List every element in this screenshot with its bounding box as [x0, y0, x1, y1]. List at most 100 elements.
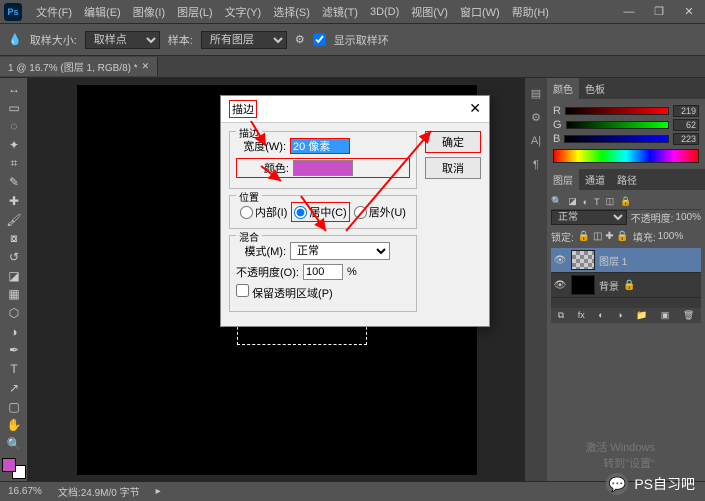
channel-watermark: 💬 PS自习吧	[606, 473, 695, 495]
menu-edit[interactable]: 编辑(E)	[78, 2, 127, 22]
position-fieldset: 位置 内部(I) 居中(C) 居外(U)	[229, 195, 417, 229]
shape-tool-icon[interactable]: ▢	[2, 398, 26, 416]
zoom-level[interactable]: 16.67%	[8, 486, 42, 497]
b-slider[interactable]	[564, 135, 669, 143]
ok-button[interactable]: 确定	[425, 131, 481, 153]
close-icon[interactable]: ✕	[677, 3, 701, 21]
layer-panel-header: 图层 通道 路径	[547, 169, 705, 190]
zoom-tool-icon[interactable]: 🔍	[2, 435, 26, 453]
opacity-label: 不透明度(O):	[236, 264, 299, 280]
layer-thumbnail[interactable]	[571, 275, 595, 295]
menu-view[interactable]: 视图(V)	[405, 2, 454, 22]
link-layers-icon[interactable]: ⧉	[558, 310, 564, 321]
color-swatches[interactable]	[2, 458, 26, 479]
new-layer-icon[interactable]: ▣	[661, 310, 670, 321]
show-ring-checkbox[interactable]	[313, 34, 325, 46]
preserve-checkbox[interactable]	[236, 284, 249, 297]
hand-tool-icon[interactable]: ✋	[2, 416, 26, 434]
menu-3d[interactable]: 3D(D)	[364, 4, 405, 20]
type-tool-icon[interactable]: T	[2, 360, 26, 378]
r-value[interactable]: 219	[673, 105, 699, 117]
visibility-icon[interactable]: 👁	[553, 255, 567, 266]
stroke-color-swatch[interactable]	[293, 160, 353, 176]
channel-tab[interactable]: 通道	[579, 169, 611, 190]
group-icon[interactable]: 📁	[636, 310, 647, 321]
path-tool-icon[interactable]: ↗	[2, 379, 26, 397]
dialog-titlebar[interactable]: 描边 ✕	[221, 96, 489, 123]
r-slider[interactable]	[565, 107, 669, 115]
eraser-tool-icon[interactable]: ◪	[2, 267, 26, 285]
menu-layer[interactable]: 图层(L)	[171, 2, 218, 22]
dialog-close-icon[interactable]: ✕	[469, 100, 481, 118]
color-label: 颜色:	[239, 160, 289, 176]
visibility-icon[interactable]: 👁	[553, 280, 567, 291]
pen-tool-icon[interactable]: ✒	[2, 342, 26, 360]
stroke-dialog: 描边 ✕ 描边 宽度(W): 颜色: 位置 内部(I) 居中(C)	[220, 95, 490, 327]
b-value[interactable]: 223	[673, 133, 699, 145]
foreground-color-swatch[interactable]	[2, 458, 16, 472]
g-slider[interactable]	[566, 121, 669, 129]
restore-icon[interactable]: ❐	[647, 3, 671, 21]
g-value[interactable]: 62	[673, 119, 699, 131]
ps-logo-icon: Ps	[4, 3, 22, 21]
actions-panel-icon[interactable]: ⚙	[527, 108, 545, 126]
trash-icon[interactable]: 🗑	[683, 310, 694, 321]
eyedropper-tool-icon[interactable]: ✎	[2, 173, 26, 191]
path-tab[interactable]: 路径	[611, 169, 643, 190]
mask-icon[interactable]: ◐	[598, 310, 603, 321]
move-tool-icon[interactable]: ↔	[2, 80, 26, 98]
layer-name[interactable]: 图层 1	[599, 253, 627, 268]
crop-tool-icon[interactable]: ⌗	[2, 155, 26, 173]
toolbox: ↔ ▭ ◌ ✦ ⌗ ✎ ✚ 🖌 ⧇ ↺ ◪ ▦ ⬡ ◑ ✒ T ↗ ▢ ✋ 🔍	[0, 78, 28, 481]
para-panel-icon[interactable]: ¶	[527, 156, 545, 174]
layer-name[interactable]: 背景	[599, 278, 619, 293]
blur-tool-icon[interactable]: ⬡	[2, 304, 26, 322]
dodge-tool-icon[interactable]: ◑	[2, 323, 26, 341]
menu-file[interactable]: 文件(F)	[30, 2, 78, 22]
heal-tool-icon[interactable]: ✚	[2, 192, 26, 210]
color-tab[interactable]: 颜色	[547, 78, 579, 99]
gradient-tool-icon[interactable]: ▦	[2, 286, 26, 304]
options-icon[interactable]: ⚙	[295, 33, 305, 46]
blend-mode-select[interactable]: 正常	[551, 210, 627, 225]
width-label: 宽度(W):	[236, 138, 286, 154]
menu-select[interactable]: 选择(S)	[267, 2, 316, 22]
marquee-tool-icon[interactable]: ▭	[2, 99, 26, 117]
wand-tool-icon[interactable]: ✦	[2, 136, 26, 154]
minimize-icon[interactable]: —	[617, 3, 641, 21]
position-inside-radio[interactable]: 内部(I)	[240, 204, 287, 220]
menu-help[interactable]: 帮助(H)	[506, 2, 555, 22]
brush-tool-icon[interactable]: 🖌	[2, 211, 26, 229]
stamp-tool-icon[interactable]: ⧇	[2, 230, 26, 248]
sample-size-select[interactable]: 取样点	[85, 31, 160, 49]
tab-close-icon[interactable]: ✕	[142, 61, 150, 72]
fx-icon[interactable]: fx	[578, 310, 585, 321]
mode-select[interactable]: 正常	[290, 242, 390, 260]
menu-image[interactable]: 图像(I)	[127, 2, 171, 22]
menu-filter[interactable]: 滤镜(T)	[316, 2, 364, 22]
layer-item[interactable]: 👁 图层 1	[551, 248, 701, 273]
doc-size: 文档:24.9M/0 字节	[58, 484, 140, 499]
sample-select[interactable]: 所有图层	[201, 31, 287, 49]
history-brush-icon[interactable]: ↺	[2, 248, 26, 266]
width-input[interactable]	[290, 138, 350, 154]
adjustment-icon[interactable]: ◑	[617, 310, 622, 321]
position-outside-radio[interactable]: 居外(U)	[354, 204, 406, 220]
menu-type[interactable]: 文字(Y)	[219, 2, 268, 22]
opacity-input[interactable]	[303, 264, 343, 280]
layer-item[interactable]: 👁 背景 🔒	[551, 273, 701, 298]
menu-bar: Ps 文件(F) 编辑(E) 图像(I) 图层(L) 文字(Y) 选择(S) 滤…	[0, 0, 705, 24]
menu-window[interactable]: 窗口(W)	[454, 2, 506, 22]
color-panel-header: 颜色 色板	[547, 78, 705, 99]
document-tab[interactable]: 1 @ 16.7% (图层 1, RGB/8) * ✕	[0, 57, 158, 76]
sample-label: 样本:	[168, 32, 193, 48]
cancel-button[interactable]: 取消	[425, 157, 481, 179]
swatch-tab[interactable]: 色板	[579, 78, 611, 99]
layer-thumbnail[interactable]	[571, 250, 595, 270]
position-center-radio[interactable]: 居中(C)	[291, 202, 349, 222]
history-panel-icon[interactable]: ▤	[527, 84, 545, 102]
lasso-tool-icon[interactable]: ◌	[2, 117, 26, 135]
layer-tab[interactable]: 图层	[547, 169, 579, 190]
char-panel-icon[interactable]: A|	[527, 132, 545, 150]
spectrum-picker[interactable]	[553, 149, 699, 163]
